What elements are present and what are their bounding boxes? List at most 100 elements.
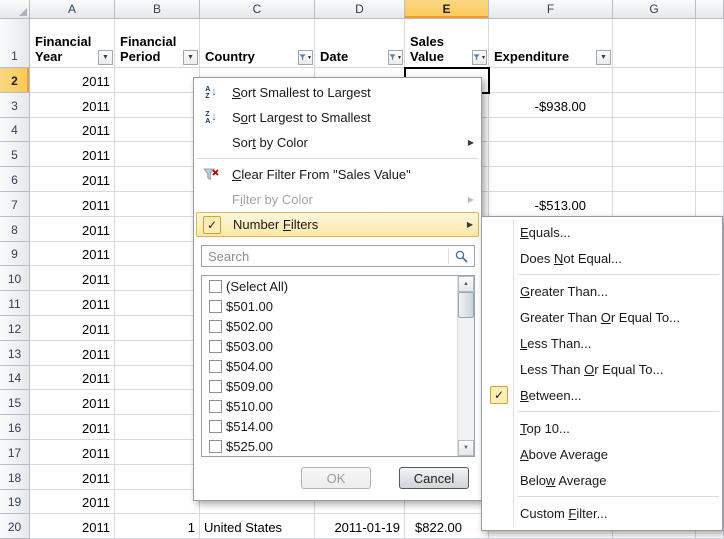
filter-applied-button-D[interactable]: ▼ (388, 50, 403, 65)
cell-F4[interactable] (489, 118, 613, 143)
header-cell-E[interactable]: SalesValue▼ (405, 19, 489, 68)
filter-value-select-all[interactable]: (Select All) (203, 277, 456, 297)
header-cell-F[interactable]: Expenditure▼ (489, 19, 613, 68)
cell-F6[interactable] (489, 167, 613, 192)
cell-B13[interactable] (115, 341, 200, 366)
row-header-6[interactable]: 6 (0, 167, 30, 192)
filter-value-504-00[interactable]: $504.00 (203, 357, 456, 377)
checkbox-icon[interactable] (209, 360, 222, 373)
cell-B12[interactable] (115, 316, 200, 341)
cell-B14[interactable] (115, 366, 200, 391)
row-header-17[interactable]: 17 (0, 440, 30, 465)
row-header-18[interactable]: 18 (0, 465, 30, 490)
menu-item-sort-smallest-to-largest[interactable]: AZ↓Sort Smallest to Largest (196, 80, 479, 105)
filter-value-510-00[interactable]: $510.00 (203, 396, 456, 416)
cell-A2[interactable]: 2011 (30, 68, 115, 93)
column-header-G[interactable]: G (613, 0, 696, 19)
cell-F3[interactable]: -$938.00 (489, 93, 613, 118)
filter-applied-button-C[interactable]: ▼ (298, 50, 313, 65)
row-header-10[interactable]: 10 (0, 266, 30, 291)
submenu-item-custom-filter[interactable]: Custom Filter... (484, 500, 720, 526)
menu-item-sort-largest-to-smallest[interactable]: ZA↓Sort Largest to Smallest (196, 105, 479, 130)
header-cell-blank[interactable] (696, 19, 724, 68)
column-header-blank[interactable] (696, 0, 724, 19)
filter-dropdown-button-B[interactable]: ▼ (183, 50, 198, 65)
cell-x5[interactable] (696, 142, 724, 167)
checkbox-icon[interactable] (209, 440, 222, 453)
row-header-1[interactable]: 1 (0, 19, 30, 68)
cell-A12[interactable]: 2011 (30, 316, 115, 341)
header-cell-A[interactable]: FinancialYear▼ (30, 19, 115, 68)
cell-B11[interactable] (115, 291, 200, 316)
column-header-A[interactable]: A (30, 0, 115, 19)
cell-G4[interactable] (613, 118, 696, 143)
submenu-item-does-not-equal[interactable]: Does Not Equal... (484, 245, 720, 271)
cell-B2[interactable] (115, 68, 200, 93)
column-header-E[interactable]: E (405, 0, 489, 19)
filter-applied-button-E[interactable]: ▼ (472, 50, 487, 65)
cell-A9[interactable]: 2011 (30, 242, 115, 267)
cell-A5[interactable]: 2011 (30, 142, 115, 167)
cell-B5[interactable] (115, 142, 200, 167)
menu-item-clear-filter-from-sales-value[interactable]: Clear Filter From "Sales Value" (196, 162, 479, 187)
filter-value-501-00[interactable]: $501.00 (203, 297, 456, 317)
cell-E20[interactable]: $822.00 (405, 514, 489, 539)
cell-G7[interactable] (613, 192, 696, 217)
filter-dropdown-button-A[interactable]: ▼ (98, 50, 113, 65)
cell-B9[interactable] (115, 242, 200, 267)
scrollbar-thumb[interactable] (458, 292, 474, 318)
filter-value-502-00[interactable]: $502.00 (203, 317, 456, 337)
filter-dropdown-button-F[interactable]: ▼ (596, 50, 611, 65)
cell-B4[interactable] (115, 118, 200, 143)
checkbox-icon[interactable] (209, 400, 222, 413)
submenu-item-below-average[interactable]: Below Average (484, 467, 720, 493)
scrollbar-track[interactable] (458, 292, 474, 440)
search-input[interactable] (202, 249, 448, 264)
row-header-7[interactable]: 7 (0, 192, 30, 217)
filter-value-525-00[interactable]: $525.00 (203, 436, 456, 456)
cancel-button[interactable]: Cancel (399, 467, 469, 489)
cell-C20[interactable]: United States (200, 514, 315, 539)
cell-G6[interactable] (613, 167, 696, 192)
row-header-9[interactable]: 9 (0, 242, 30, 267)
row-header-5[interactable]: 5 (0, 142, 30, 167)
cell-x7[interactable] (696, 192, 724, 217)
cell-G3[interactable] (613, 93, 696, 118)
row-header-3[interactable]: 3 (0, 93, 30, 118)
row-header-11[interactable]: 11 (0, 291, 30, 316)
cell-A3[interactable]: 2011 (30, 93, 115, 118)
cell-F2[interactable] (489, 68, 613, 93)
submenu-item-less-than[interactable]: Less Than... (484, 330, 720, 356)
submenu-item-above-average[interactable]: Above Average (484, 441, 720, 467)
ok-button[interactable]: OK (301, 467, 371, 489)
menu-item-number-filters[interactable]: ✓Number Filters▶ (196, 212, 479, 237)
header-cell-C[interactable]: Country▼ (200, 19, 315, 68)
cell-x2[interactable] (696, 68, 724, 93)
submenu-item-greater-than[interactable]: Greater Than... (484, 278, 720, 304)
checkbox-icon[interactable] (209, 340, 222, 353)
cell-A6[interactable]: 2011 (30, 167, 115, 192)
cell-A19[interactable]: 2011 (30, 490, 115, 515)
row-header-15[interactable]: 15 (0, 390, 30, 415)
cell-A13[interactable]: 2011 (30, 341, 115, 366)
cell-A15[interactable]: 2011 (30, 390, 115, 415)
cell-A8[interactable]: 2011 (30, 217, 115, 242)
filter-value-509-00[interactable]: $509.00 (203, 376, 456, 396)
filter-value-514-00[interactable]: $514.00 (203, 416, 456, 436)
row-header-19[interactable]: 19 (0, 490, 30, 515)
row-header-12[interactable]: 12 (0, 316, 30, 341)
cell-F5[interactable] (489, 142, 613, 167)
cell-B20[interactable]: 1 (115, 514, 200, 539)
scrollbar[interactable]: ▲ ▼ (457, 276, 474, 456)
cell-x6[interactable] (696, 167, 724, 192)
column-header-B[interactable]: B (115, 0, 200, 19)
search-icon[interactable] (449, 250, 474, 263)
cell-x3[interactable] (696, 93, 724, 118)
row-header-8[interactable]: 8 (0, 217, 30, 242)
row-header-13[interactable]: 13 (0, 341, 30, 366)
cell-A10[interactable]: 2011 (30, 266, 115, 291)
cell-F7[interactable]: -$513.00 (489, 192, 613, 217)
checkbox-icon[interactable] (209, 300, 222, 313)
cell-D20[interactable]: 2011-01-19 (315, 514, 405, 539)
scroll-down-icon[interactable]: ▼ (458, 440, 474, 456)
